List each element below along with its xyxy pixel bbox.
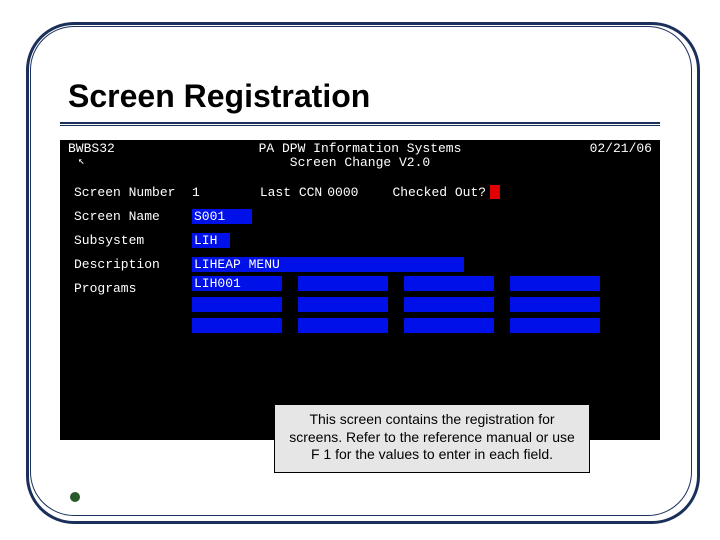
field-program-4[interactable] — [192, 297, 282, 312]
header-subtitle: Screen Change V2.0 — [60, 155, 660, 170]
field-program-9[interactable] — [298, 318, 388, 333]
terminal-screen: BWBS32 PA DPW Information Systems 02/21/… — [60, 140, 660, 440]
label-programs: Programs — [74, 281, 192, 296]
field-subsystem[interactable]: LIH — [192, 233, 230, 248]
header-title: PA DPW Information Systems — [60, 141, 660, 156]
label-checked-out: Checked Out? — [392, 185, 486, 200]
label-screen-name: Screen Name — [74, 209, 192, 224]
field-program-10[interactable] — [404, 318, 494, 333]
terminal-header: BWBS32 PA DPW Information Systems 02/21/… — [60, 140, 660, 174]
value-screen-number: 1 — [192, 185, 200, 200]
label-subsystem: Subsystem — [74, 233, 192, 248]
field-screen-name[interactable]: S001 — [192, 209, 252, 224]
field-program-2[interactable] — [404, 276, 494, 291]
title-underline — [60, 122, 660, 126]
field-program-1[interactable] — [298, 276, 388, 291]
field-program-8[interactable] — [192, 318, 282, 333]
cursor-arrow-icon: ↖ — [78, 154, 85, 168]
field-program-11[interactable] — [510, 318, 600, 333]
field-program-3[interactable] — [510, 276, 600, 291]
field-description[interactable]: LIHEAP MENU — [192, 257, 464, 272]
slide-bullet-icon — [70, 492, 80, 502]
field-program-0[interactable]: LIH001 — [192, 276, 282, 291]
help-callout: This screen contains the registration fo… — [274, 404, 590, 473]
programs-grid: LIH001 — [192, 276, 642, 333]
label-last-ccn: Last CCN — [260, 185, 322, 200]
field-program-5[interactable] — [298, 297, 388, 312]
label-description: Description — [74, 257, 192, 272]
field-program-6[interactable] — [404, 297, 494, 312]
slide-title: Screen Registration — [68, 78, 370, 115]
value-last-ccn: 0000 — [327, 185, 358, 200]
label-screen-number: Screen Number — [74, 185, 192, 200]
header-date: 02/21/06 — [590, 141, 652, 156]
checked-out-cursor[interactable] — [490, 185, 500, 199]
field-program-7[interactable] — [510, 297, 600, 312]
